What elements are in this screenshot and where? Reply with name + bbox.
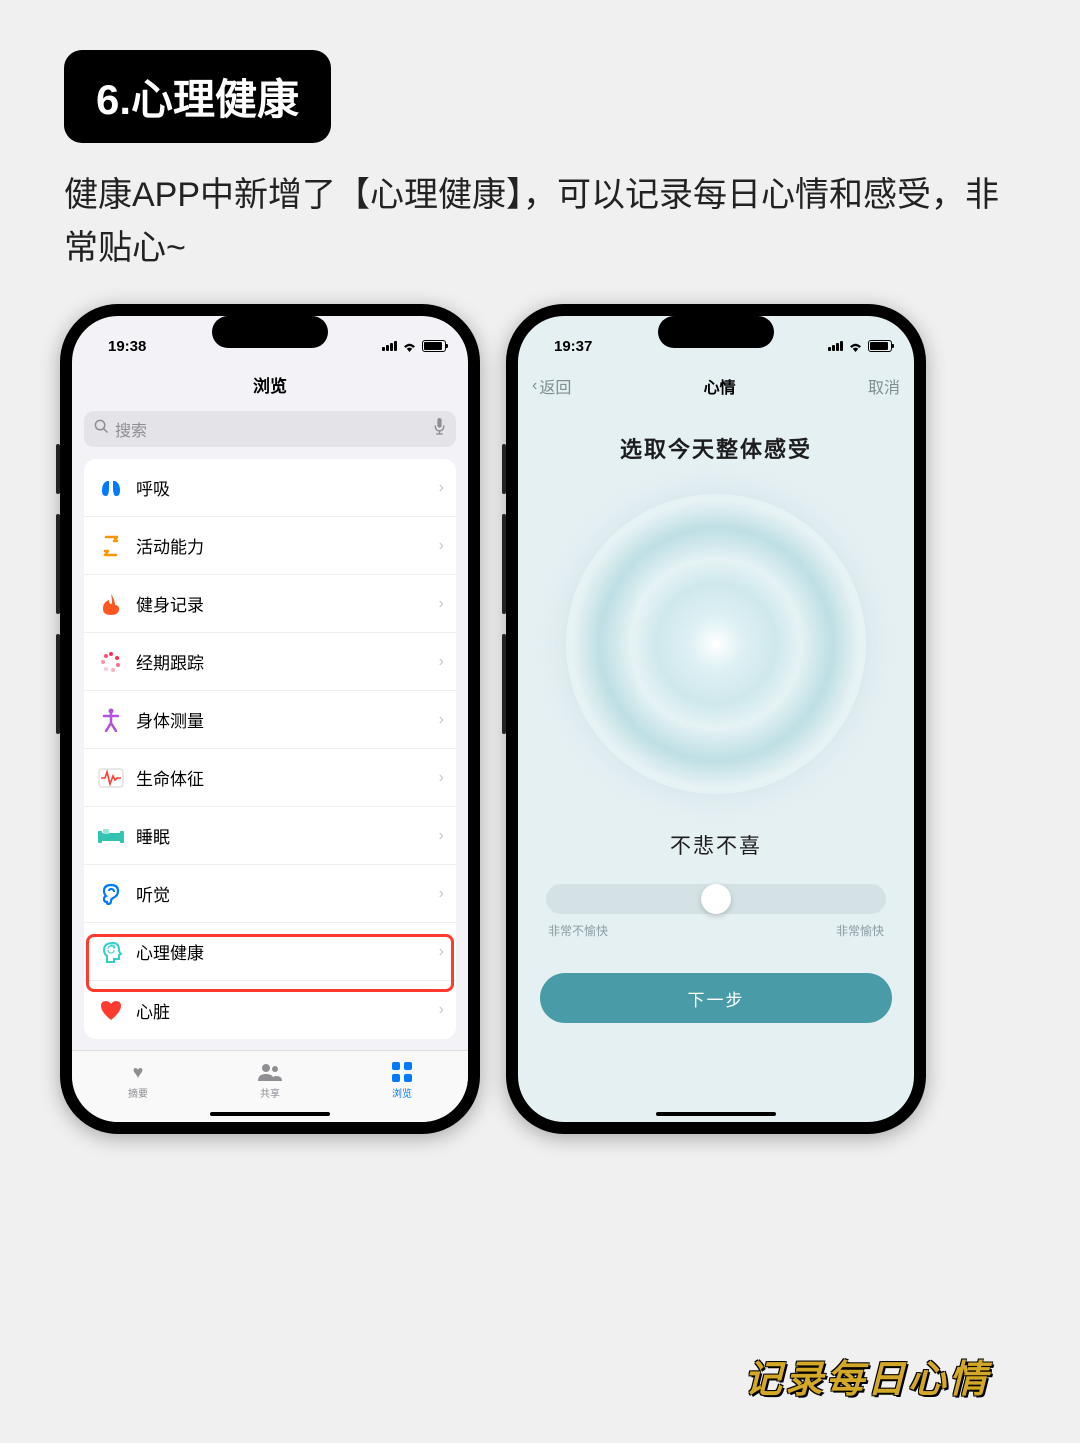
row-label: 听觉	[136, 881, 170, 906]
battery-icon	[422, 340, 446, 352]
row-label: 心理健康	[136, 939, 204, 964]
left-phone-mock: 19:38 浏览 搜索 呼吸 › 活动能力 › 健身记录 › 经期跟踪 › 身体测量 › …	[60, 304, 480, 1134]
chevron-icon: ›	[439, 653, 444, 671]
mood-nav-title: 心情	[704, 374, 736, 398]
chevron-icon: ›	[439, 711, 444, 729]
vitals-icon	[96, 763, 126, 793]
signal-icon	[828, 341, 843, 351]
status-time: 19:37	[554, 338, 592, 355]
slider-min-label: 非常不愉快	[548, 922, 608, 939]
row-label: 健身记录	[136, 591, 204, 616]
chevron-icon: ›	[439, 885, 444, 903]
chevron-icon: ›	[439, 1001, 444, 1019]
caption-text: 记录每日心情	[744, 1348, 990, 1403]
search-icon	[94, 419, 109, 439]
row-vitals[interactable]: 生命体征 ›	[84, 749, 456, 807]
signal-icon	[382, 341, 397, 351]
feature-description: 健康APP中新增了【心理健康】，可以记录每日心情和感受，非常贴心~	[64, 169, 1016, 274]
row-label: 心脏	[136, 998, 170, 1023]
chevron-icon: ›	[439, 479, 444, 497]
row-body[interactable]: 身体测量 ›	[84, 691, 456, 749]
back-label: 返回	[539, 374, 571, 398]
home-indicator	[656, 1112, 776, 1116]
row-hearing[interactable]: 听觉 ›	[84, 865, 456, 923]
heart-icon: ♥	[125, 1061, 151, 1083]
battery-icon	[868, 340, 892, 352]
tab-label: 共享	[260, 1085, 280, 1100]
chevron-icon: ›	[439, 595, 444, 613]
home-indicator	[210, 1112, 330, 1116]
nav-title: 浏览	[72, 364, 468, 405]
right-phone-mock: 19:37 ‹返回 心情 取消 选取今天整体感受 不悲不喜 非常不愉快 非常愉快…	[506, 304, 926, 1134]
mood-orb[interactable]	[566, 494, 866, 794]
mobility-icon	[96, 531, 126, 561]
dynamic-island	[212, 316, 328, 348]
wifi-icon	[848, 341, 863, 352]
back-button[interactable]: ‹返回	[532, 374, 571, 398]
body-icon	[96, 705, 126, 735]
mental-icon	[96, 937, 126, 967]
wifi-icon	[402, 341, 417, 352]
tab-label: 摘要	[128, 1085, 148, 1100]
row-label: 活动能力	[136, 533, 204, 558]
row-label: 经期跟踪	[136, 649, 204, 674]
row-cycle[interactable]: 经期跟踪 ›	[84, 633, 456, 691]
row-sleep[interactable]: 睡眠 ›	[84, 807, 456, 865]
row-label: 睡眠	[136, 823, 170, 848]
cancel-button[interactable]: 取消	[868, 374, 900, 398]
chevron-icon: ›	[439, 769, 444, 787]
section-title: 6.心理健康	[64, 50, 331, 143]
grid-icon	[389, 1061, 415, 1083]
sleep-icon	[96, 821, 126, 851]
row-fitness[interactable]: 健身记录 ›	[84, 575, 456, 633]
mood-heading: 选取今天整体感受	[518, 432, 914, 464]
cycle-icon	[96, 647, 126, 677]
chevron-icon: ›	[439, 827, 444, 845]
mood-level-label: 不悲不喜	[518, 830, 914, 860]
row-label: 呼吸	[136, 475, 170, 500]
status-time: 19:38	[108, 338, 146, 355]
mic-icon[interactable]	[433, 418, 446, 440]
row-heart[interactable]: 心脏 ›	[84, 981, 456, 1039]
tab-summary[interactable]: ♥ 摘要	[125, 1061, 151, 1100]
next-button[interactable]: 下一步	[540, 973, 892, 1023]
mood-nav-bar: ‹返回 心情 取消	[518, 364, 914, 408]
search-placeholder: 搜索	[115, 417, 147, 441]
tab-browse[interactable]: 浏览	[389, 1061, 415, 1100]
search-input[interactable]: 搜索	[84, 411, 456, 447]
hearing-icon	[96, 879, 126, 909]
chevron-icon: ›	[439, 537, 444, 555]
lungs-icon	[96, 473, 126, 503]
dynamic-island	[658, 316, 774, 348]
tab-sharing[interactable]: 共享	[257, 1061, 283, 1100]
tab-label: 浏览	[392, 1085, 412, 1100]
mood-slider[interactable]	[546, 884, 886, 914]
row-mobility[interactable]: 活动能力 ›	[84, 517, 456, 575]
row-breathing[interactable]: 呼吸 ›	[84, 459, 456, 517]
slider-max-label: 非常愉快	[836, 922, 884, 939]
slider-knob[interactable]	[701, 884, 731, 914]
row tiny-label: 身体测量	[136, 707, 204, 732]
flame-icon	[96, 589, 126, 619]
row-label: 生命体征	[136, 765, 204, 790]
people-icon	[257, 1061, 283, 1083]
row-mental-health[interactable]: 心理健康 ›	[84, 923, 456, 981]
chevron-icon: ›	[439, 943, 444, 961]
category-list: 呼吸 › 活动能力 › 健身记录 › 经期跟踪 › 身体测量 › 生命体征 › 睡眠 › 听觉…	[84, 459, 456, 1039]
heart-icon	[96, 995, 126, 1025]
chevron-left-icon: ‹	[532, 377, 537, 395]
